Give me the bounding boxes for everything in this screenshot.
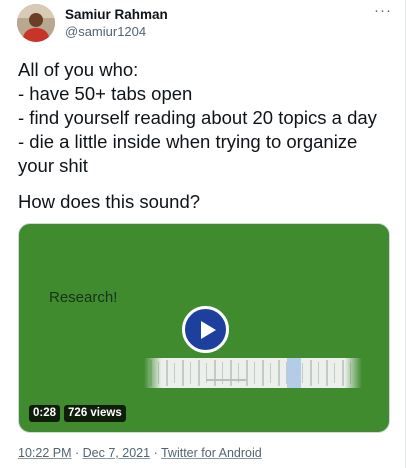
meta-separator: · bbox=[75, 446, 80, 460]
meta-separator: · bbox=[153, 446, 158, 460]
author-display-name[interactable]: Samiur Rahman bbox=[65, 7, 168, 22]
author-handle[interactable]: @samiur1204 bbox=[65, 24, 146, 39]
ellipsis-icon: ··· bbox=[374, 2, 392, 19]
more-options-button[interactable]: ··· bbox=[373, 3, 393, 20]
video-duration-badge: 0:28 bbox=[29, 405, 61, 422]
tweet-line: - have 50+ tabs open bbox=[18, 83, 193, 104]
tweet-timestamp-date[interactable]: Dec 7, 2021 bbox=[83, 446, 150, 460]
tweet-text: All of you who: - have 50+ tabs open - f… bbox=[18, 58, 398, 178]
play-icon bbox=[201, 321, 216, 339]
play-button[interactable] bbox=[182, 306, 229, 353]
tweet-line: your shit bbox=[18, 155, 88, 176]
user-avatar-icon bbox=[17, 4, 55, 42]
tweet-metadata: 10:22 PM · Dec 7, 2021 · Twitter for And… bbox=[18, 446, 262, 460]
tweet-line: All of you who: bbox=[18, 59, 139, 80]
video-player[interactable]: Research! 0:28 726 views bbox=[18, 223, 390, 433]
tweet-source-link[interactable]: Twitter for Android bbox=[161, 446, 262, 460]
video-info-badges: 0:28 726 views bbox=[29, 405, 126, 422]
tweet-line: - die a little inside when trying to org… bbox=[18, 131, 358, 152]
tweet-timestamp-time[interactable]: 10:22 PM bbox=[18, 446, 72, 460]
video-frame-text: Research! bbox=[49, 289, 118, 306]
tweet-line: - find yourself reading about 20 topics … bbox=[18, 107, 377, 128]
author-avatar[interactable] bbox=[17, 4, 55, 42]
tweet-card: Samiur Rahman @samiur1204 ··· All of you… bbox=[0, 0, 406, 468]
tweet-question: How does this sound? bbox=[18, 191, 201, 212]
video-frame-preview-strip bbox=[144, 354, 362, 390]
video-views-badge: 726 views bbox=[64, 405, 126, 422]
